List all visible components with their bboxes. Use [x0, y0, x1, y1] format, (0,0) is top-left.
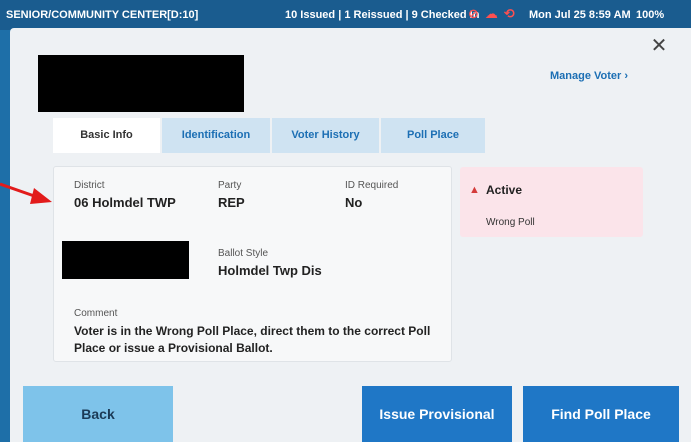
annotation-arrow-icon [0, 182, 52, 204]
tab-poll-place[interactable]: Poll Place [381, 118, 485, 153]
district-value: 06 Holmdel TWP [74, 195, 176, 210]
close-button[interactable]: ✕ [645, 32, 673, 60]
sync-icon: ⟲ [503, 6, 515, 21]
find-poll-place-button[interactable]: Find Poll Place [523, 386, 679, 442]
redacted-field [62, 241, 189, 279]
manage-voter-link[interactable]: Manage Voter › [550, 70, 628, 82]
tab-basic-info[interactable]: Basic Info [53, 118, 160, 153]
id-required-value: No [345, 195, 363, 210]
comment-label: Comment [74, 308, 118, 319]
clock: Mon Jul 25 8:59 AM [529, 9, 631, 21]
redacted-voter-name [38, 55, 244, 112]
no-signal-icon: ⊘ [468, 6, 479, 21]
battery-level: 100% [636, 9, 665, 21]
status-subtitle: Wrong Poll [486, 217, 535, 228]
chevron-right-icon: › [624, 70, 628, 82]
checkin-counts: 10 Issued | 1 Reissued | 9 Checked In [285, 9, 480, 21]
party-label: Party [218, 180, 242, 191]
id-required-label: ID Required [345, 180, 399, 191]
cloud-alert-icon: ☁ [484, 6, 498, 21]
tab-identification[interactable]: Identification [162, 118, 270, 153]
voter-detail-panel: ✕ Manage Voter › Basic Info Identificatio… [10, 28, 691, 442]
warning-icon: ▲ [469, 184, 480, 196]
party-value: REP [218, 195, 245, 210]
voter-status-card: ▲ Active Wrong Poll [460, 167, 643, 237]
back-button[interactable]: Back [23, 386, 173, 442]
manage-voter-label: Manage Voter [550, 70, 622, 82]
basic-info-card: District 06 Holmdel TWP Party REP ID Req… [53, 166, 452, 362]
ballot-style-label: Ballot Style [218, 248, 269, 259]
comment-text: Voter is in the Wrong Poll Place, direct… [74, 324, 431, 355]
tab-bar: Basic Info Identification Voter History … [53, 118, 487, 153]
issue-provisional-button[interactable]: Issue Provisional [362, 386, 512, 442]
status-icons: ⊘ ☁ ⟲ [468, 7, 515, 21]
ballot-style-value: Holmdel Twp Dis [218, 263, 322, 278]
district-label: District [74, 180, 105, 191]
status-title: Active [486, 183, 523, 197]
status-bar: SENIOR/COMMUNITY CENTER[D:10] 10 Issued … [0, 0, 691, 30]
tab-voter-history[interactable]: Voter History [272, 118, 379, 153]
site-name: SENIOR/COMMUNITY CENTER[D:10] [6, 9, 199, 21]
